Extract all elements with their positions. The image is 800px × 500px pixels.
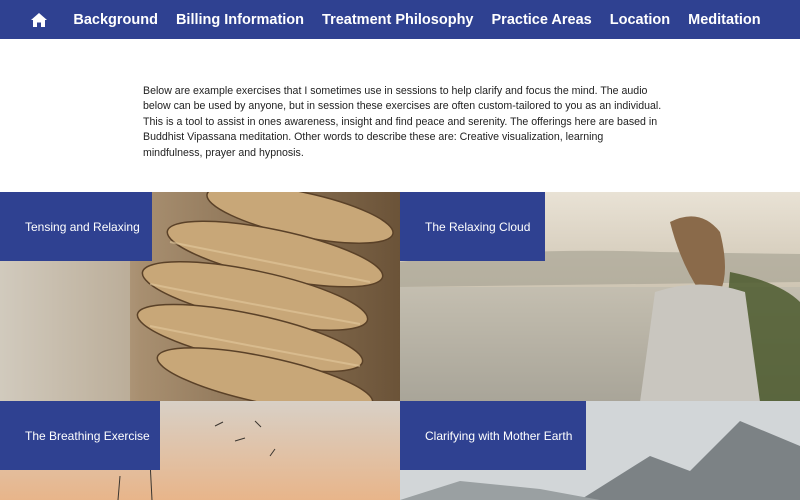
nav-link-billing-information[interactable]: Billing Information	[176, 12, 304, 28]
nav-link-background[interactable]: Background	[73, 12, 158, 28]
exercise-tile-tensing-and-relaxing[interactable]: Tensing and Relaxing	[0, 192, 400, 402]
exercise-label-box: Clarifying with Mother Earth	[400, 401, 586, 470]
nav-link-meditation[interactable]: Meditation	[688, 12, 761, 28]
exercise-label-box: The Relaxing Cloud	[400, 192, 545, 261]
nav-link-practice-areas[interactable]: Practice Areas	[492, 12, 592, 28]
exercise-label-box: Tensing and Relaxing	[0, 192, 152, 261]
nav-link-location[interactable]: Location	[610, 12, 670, 28]
exercise-tile-clarifying-with-mother-earth[interactable]: Clarifying with Mother Earth	[400, 401, 800, 500]
intro-paragraph: Below are example exercises that I somet…	[143, 85, 662, 159]
main-navbar: Background Billing Information Treatment…	[0, 0, 800, 39]
nav-link-treatment-philosophy[interactable]: Treatment Philosophy	[322, 12, 473, 28]
exercise-title: Tensing and Relaxing	[25, 219, 140, 234]
home-icon[interactable]	[30, 12, 48, 28]
exercise-tile-the-breathing-exercise[interactable]: The Breathing Exercise	[0, 401, 400, 500]
exercise-tile-the-relaxing-cloud[interactable]: The Relaxing Cloud	[400, 192, 800, 402]
exercise-title: The Relaxing Cloud	[425, 219, 531, 234]
exercise-title: The Breathing Exercise	[25, 428, 150, 443]
exercise-title: Clarifying with Mother Earth	[425, 428, 573, 443]
exercise-label-box: The Breathing Exercise	[0, 401, 160, 470]
